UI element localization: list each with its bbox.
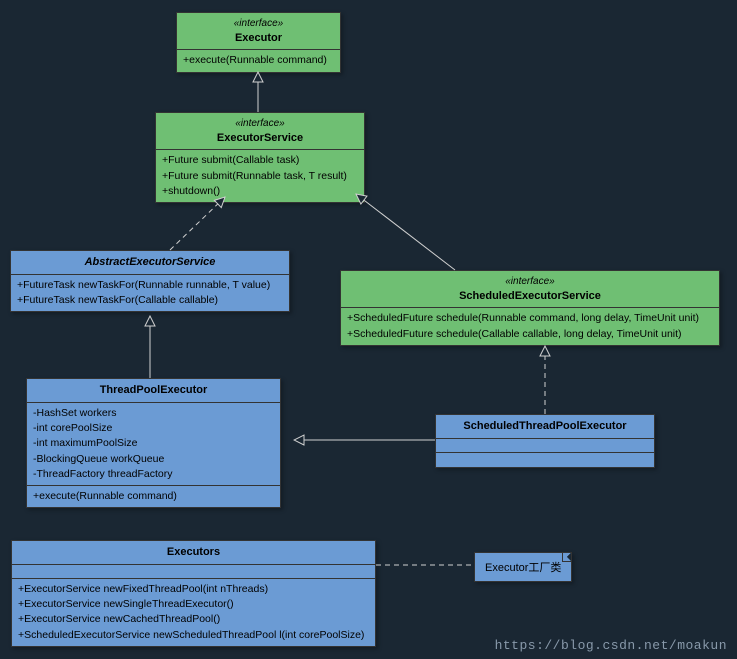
- class-fields: -HashSet workers -int corePoolSize -int …: [27, 403, 280, 486]
- class-methods: +ExecutorService newFixedThreadPool(int …: [12, 579, 375, 646]
- stereotype-label: «interface»: [347, 275, 713, 289]
- method: +ExecutorService newFixedThreadPool(int …: [18, 582, 369, 597]
- class-executor: «interface» Executor +execute(Runnable c…: [176, 12, 341, 73]
- field: -int maximumPoolSize: [33, 436, 274, 451]
- class-header: «interface» ScheduledExecutorService: [341, 271, 719, 308]
- method: +ScheduledExecutorService newScheduledTh…: [18, 628, 369, 643]
- class-header: ScheduledThreadPoolExecutor: [436, 415, 654, 439]
- method: +Future submit(Runnable task, T result): [162, 169, 358, 184]
- method: +FutureTask newTaskFor(Runnable runnable…: [17, 278, 283, 293]
- stereotype-label: «interface»: [162, 117, 358, 131]
- method: +execute(Runnable command): [33, 489, 274, 504]
- class-header: AbstractExecutorService: [11, 251, 289, 275]
- method: +ScheduledFuture schedule(Callable calla…: [347, 327, 713, 342]
- method: +ExecutorService newCachedThreadPool(): [18, 612, 369, 627]
- class-header: «interface» Executor: [177, 13, 340, 50]
- class-header: Executors: [12, 541, 375, 565]
- watermark-text: https://blog.csdn.net/moakun: [495, 638, 727, 653]
- method: +ScheduledFuture schedule(Runnable comma…: [347, 311, 713, 326]
- note-executor-factory: Executor工厂类: [474, 552, 572, 582]
- class-name: ThreadPoolExecutor: [33, 383, 274, 398]
- method: +Future submit(Callable task): [162, 153, 358, 168]
- class-executor-service: «interface» ExecutorService +Future subm…: [155, 112, 365, 203]
- note-text: Executor工厂类: [485, 562, 561, 574]
- class-name: Executor: [183, 31, 334, 46]
- class-abstract-executor-service: AbstractExecutorService +FutureTask newT…: [10, 250, 290, 312]
- stereotype-label: «interface»: [183, 17, 334, 31]
- class-thread-pool-executor: ThreadPoolExecutor -HashSet workers -int…: [26, 378, 281, 508]
- class-methods: [436, 453, 654, 467]
- class-scheduled-executor-service: «interface» ScheduledExecutorService +Sc…: [340, 270, 720, 346]
- class-name: ScheduledThreadPoolExecutor: [442, 419, 648, 434]
- class-fields: [12, 565, 375, 579]
- class-methods: +execute(Runnable command): [177, 50, 340, 71]
- class-methods: +ScheduledFuture schedule(Runnable comma…: [341, 308, 719, 344]
- field: -int corePoolSize: [33, 421, 274, 436]
- class-executors: Executors +ExecutorService newFixedThrea…: [11, 540, 376, 647]
- class-header: ThreadPoolExecutor: [27, 379, 280, 403]
- class-name: ScheduledExecutorService: [347, 289, 713, 304]
- class-name: ExecutorService: [162, 131, 358, 146]
- method: +shutdown(): [162, 184, 358, 199]
- method: +FutureTask newTaskFor(Callable callable…: [17, 293, 283, 308]
- field: -BlockingQueue workQueue: [33, 452, 274, 467]
- method: +ExecutorService newSingleThreadExecutor…: [18, 597, 369, 612]
- class-methods: +FutureTask newTaskFor(Runnable runnable…: [11, 275, 289, 311]
- class-methods: +execute(Runnable command): [27, 486, 280, 507]
- class-scheduled-thread-pool-executor: ScheduledThreadPoolExecutor: [435, 414, 655, 468]
- field: -ThreadFactory threadFactory: [33, 467, 274, 482]
- class-methods: +Future submit(Callable task) +Future su…: [156, 150, 364, 202]
- field: -HashSet workers: [33, 406, 274, 421]
- method: +execute(Runnable command): [183, 53, 334, 68]
- class-header: «interface» ExecutorService: [156, 113, 364, 150]
- class-name: Executors: [18, 545, 369, 560]
- class-name: AbstractExecutorService: [17, 255, 283, 270]
- class-fields: [436, 439, 654, 453]
